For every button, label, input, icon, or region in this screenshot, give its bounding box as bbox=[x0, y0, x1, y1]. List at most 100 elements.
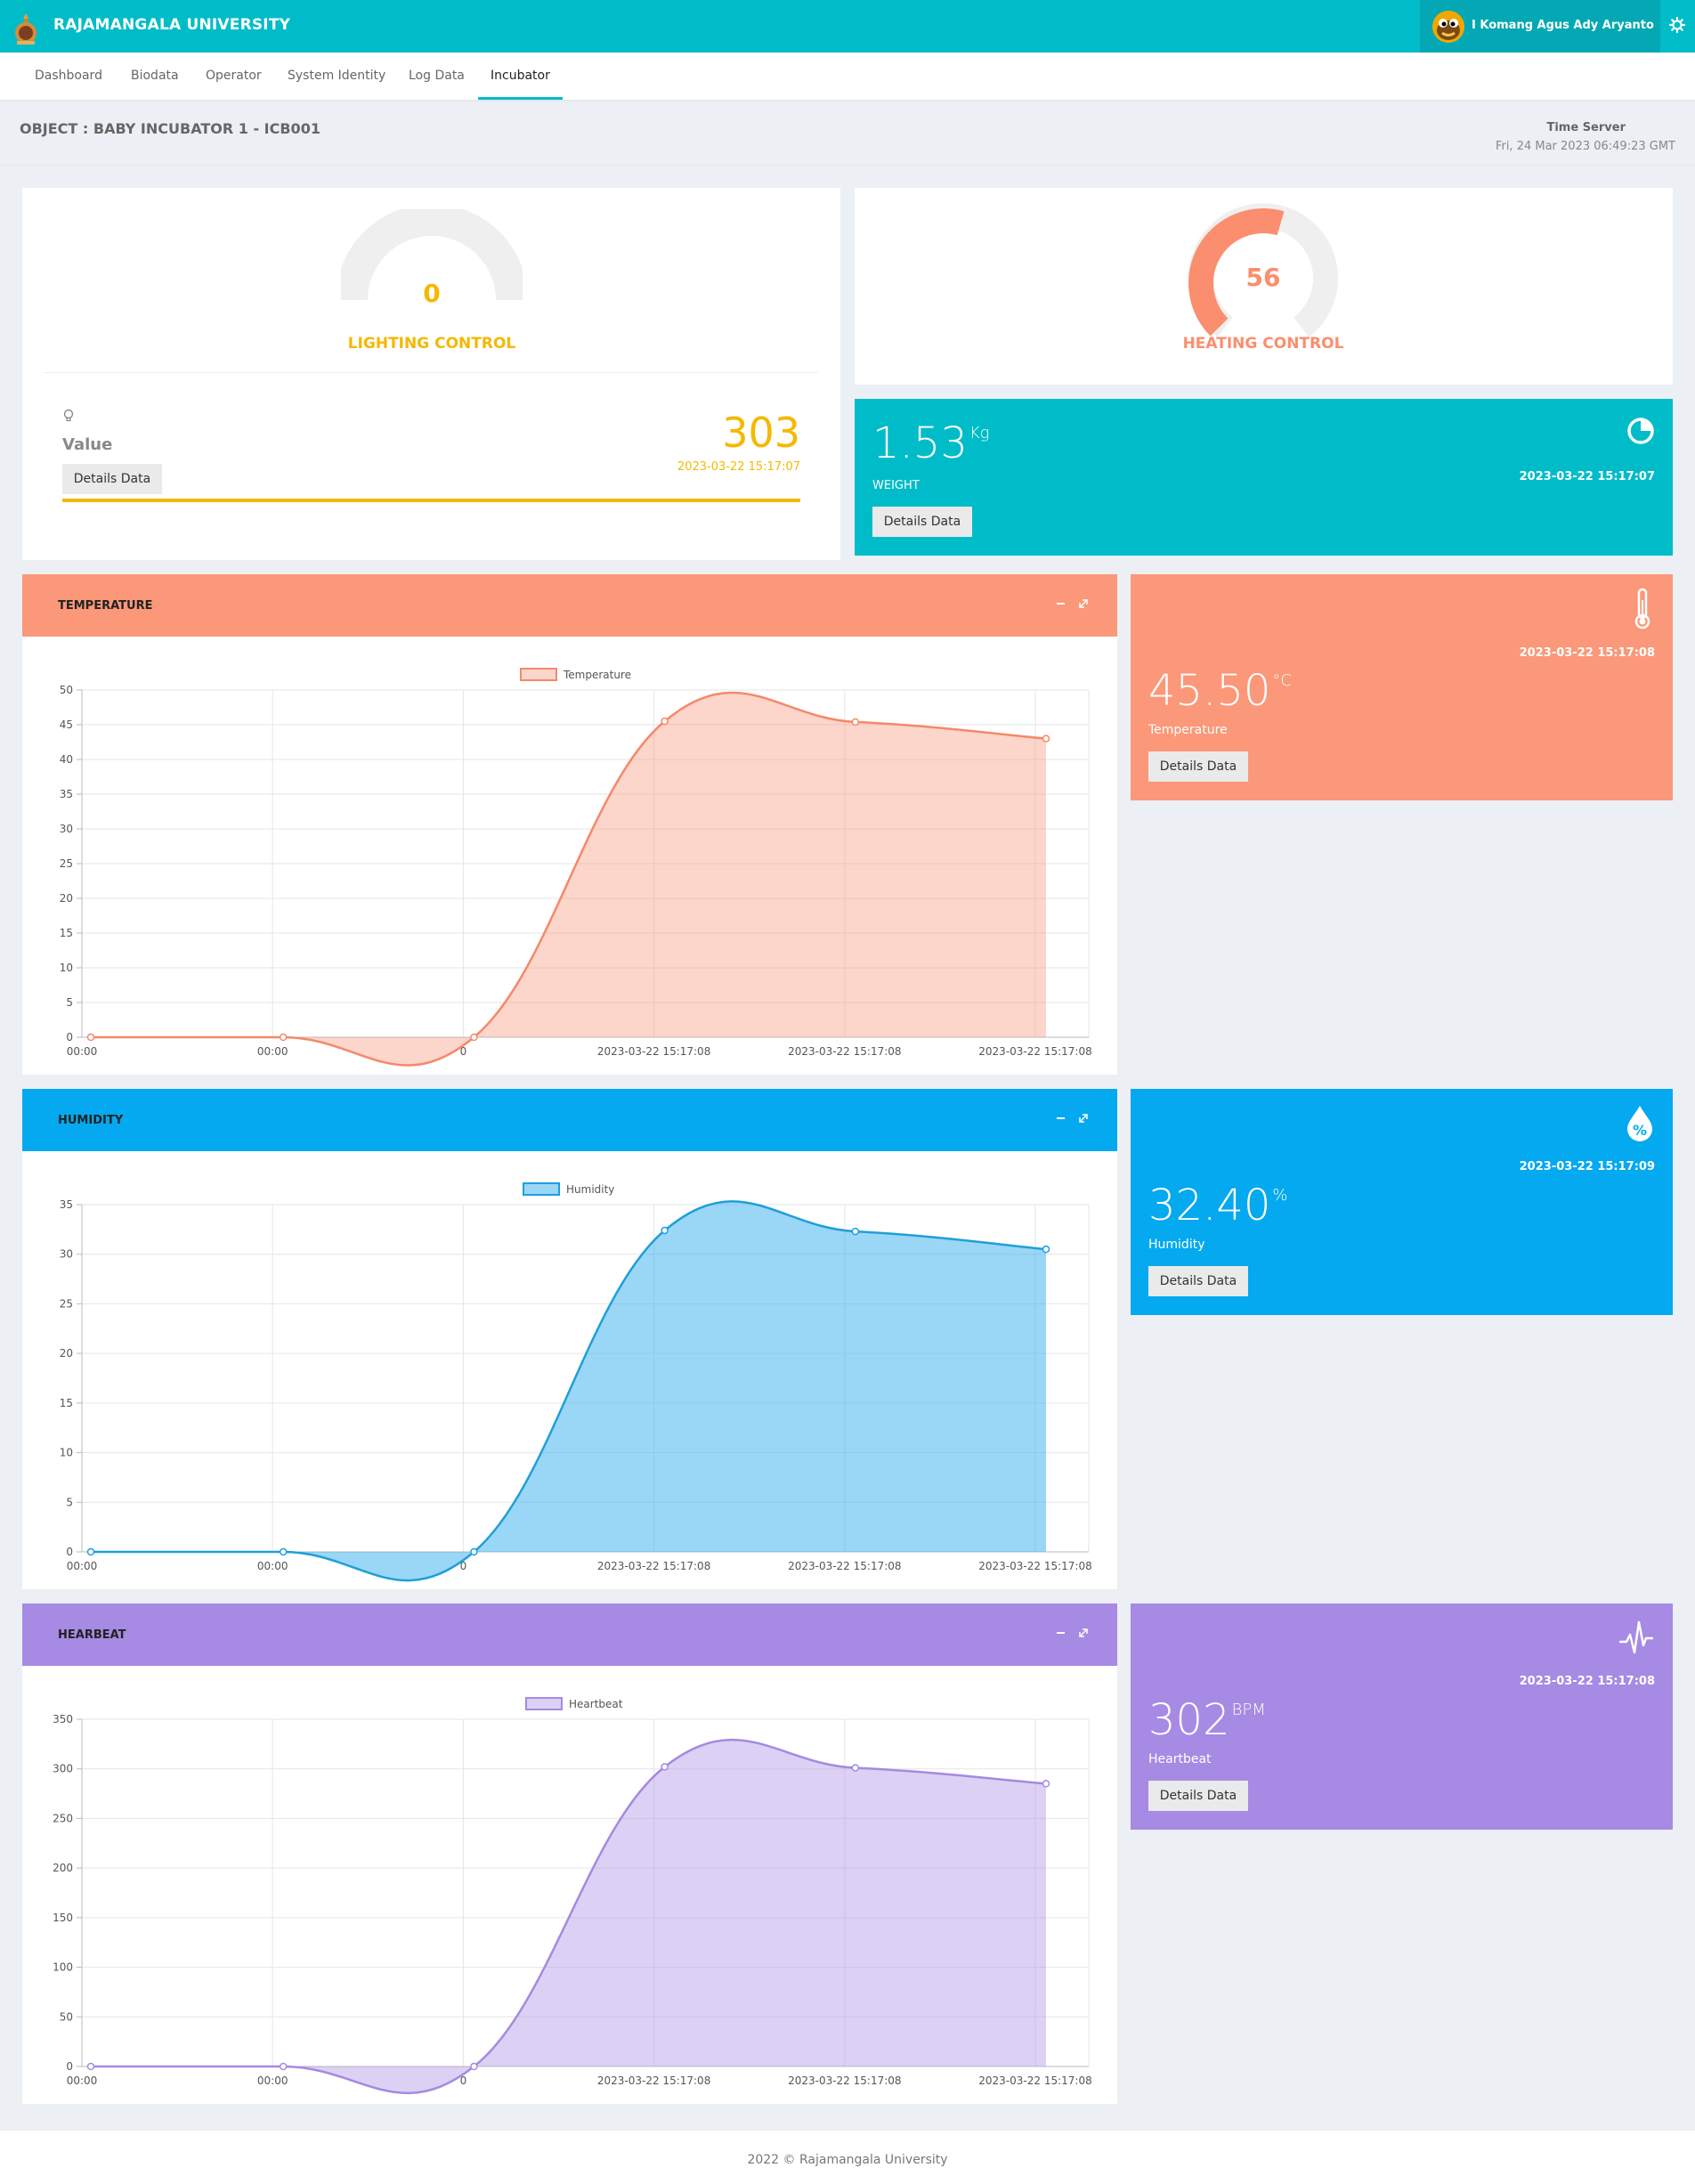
x-tick-label: 2023-03-22 15:17:08 bbox=[788, 1045, 901, 1058]
time-server-label: Time Server bbox=[1546, 121, 1626, 134]
tab-log-data[interactable]: Log Data bbox=[409, 53, 465, 100]
data-point bbox=[470, 1033, 478, 1042]
temperature-value: 45.50 °C bbox=[1148, 666, 1292, 716]
time-server-value: Fri, 24 Mar 2023 06:49:23 GMT bbox=[1495, 140, 1675, 153]
y-tick-label: 200 bbox=[53, 1862, 73, 1874]
weight-date: 2023-03-22 15:17:07 bbox=[1519, 470, 1655, 483]
gear-icon[interactable] bbox=[1668, 16, 1686, 34]
data-point bbox=[1042, 1780, 1050, 1788]
data-point bbox=[661, 717, 669, 726]
data-point bbox=[470, 1547, 478, 1556]
weight-unit: Kg bbox=[969, 424, 990, 442]
humidity-value: 32.40% bbox=[1148, 1181, 1288, 1230]
temperature-details-button[interactable]: Details Data bbox=[1148, 751, 1248, 782]
y-tick-label: 0 bbox=[66, 1546, 73, 1558]
tab-dashboard[interactable]: Dashboard bbox=[35, 53, 102, 100]
value-title: Value bbox=[62, 435, 113, 454]
heartbeat-details-button[interactable]: Details Data bbox=[1148, 1781, 1248, 1811]
humidity-unit: % bbox=[1272, 1186, 1288, 1205]
lighting-details-button[interactable]: Details Data bbox=[62, 464, 162, 494]
humidity-widget: % 2023-03-22 15:17:09 32.40% Humidity De… bbox=[1131, 1089, 1673, 1315]
y-tick-label: 40 bbox=[60, 753, 73, 766]
heartbeat-date: 2023-03-22 15:17:08 bbox=[1519, 1675, 1655, 1688]
x-tick-label: 00:00 bbox=[67, 1045, 98, 1058]
y-tick-label: 10 bbox=[60, 1447, 73, 1459]
x-tick-label: 2023-03-22 15:17:08 bbox=[597, 1045, 710, 1058]
temperature-chart: 0510152025303540455000:00 00:00 0 2023-03-2… bbox=[60, 668, 1092, 1067]
x-tick-label: 00:00 bbox=[257, 2074, 288, 2087]
legend-label: Heartbeat bbox=[569, 1698, 623, 1710]
heartbeat-unit: BPM bbox=[1231, 1701, 1266, 1719]
expand-icon[interactable] bbox=[1079, 1114, 1088, 1123]
x-tick-label: 00:00 bbox=[257, 1560, 288, 1572]
expand-icon[interactable] bbox=[1079, 599, 1088, 608]
x-tick-label: 2023-03-22 15:17:08 bbox=[788, 1560, 901, 1572]
divider bbox=[0, 165, 1695, 166]
data-point bbox=[86, 2062, 95, 2071]
user-name: I Komang Agus Ady Aryanto bbox=[1472, 19, 1654, 32]
y-tick-label: 150 bbox=[53, 1912, 73, 1924]
y-tick-label: 10 bbox=[60, 962, 73, 974]
x-tick-label: 2023-03-22 15:17:08 bbox=[978, 1045, 1091, 1058]
heartbeat-label: Heartbeat bbox=[1148, 1752, 1212, 1766]
y-tick-label: 15 bbox=[60, 1397, 73, 1409]
y-tick-label: 45 bbox=[60, 719, 73, 731]
y-tick-label: 25 bbox=[60, 1297, 73, 1310]
heartbeat-panel-title: HEARBEAT bbox=[58, 1628, 126, 1642]
data-point bbox=[86, 1547, 95, 1556]
temperature-unit: °C bbox=[1272, 671, 1292, 690]
heating-control-label: HEATING CONTROL bbox=[1182, 335, 1344, 353]
expand-icon[interactable] bbox=[1079, 1628, 1088, 1637]
footer-text: 2022 © Rajamangala University bbox=[747, 2153, 948, 2167]
data-point bbox=[279, 1547, 288, 1556]
tab-operator[interactable]: Operator bbox=[206, 53, 262, 100]
humidity-details-button[interactable]: Details Data bbox=[1148, 1266, 1248, 1296]
university-logo[interactable] bbox=[12, 12, 39, 45]
tab-system-identity[interactable]: System Identity bbox=[288, 53, 385, 100]
heartbeat-panel: HEARBEAT 0 50 100 150 200 250 300 350 00:00 00:00… bbox=[22, 1603, 1117, 2104]
divider bbox=[45, 372, 818, 373]
humidity-drop-icon: % bbox=[1627, 1106, 1652, 1141]
x-tick-label: 2023-03-22 15:17:08 bbox=[978, 2074, 1091, 2087]
y-tick-label: 20 bbox=[60, 1347, 73, 1360]
heartbeat-chart: 05010015020025030035000:00 00:00 0 2023-03-… bbox=[53, 1697, 1092, 2095]
lighting-control-label: LIGHTING CONTROL bbox=[347, 335, 516, 353]
panel-tools bbox=[1057, 1114, 1088, 1123]
heartbeat-widget: 2023-03-22 15:17:08 302 BPM Heartbeat Det… bbox=[1131, 1603, 1673, 1830]
tab-incubator[interactable]: Incubator bbox=[478, 53, 563, 100]
data-point bbox=[1042, 1245, 1050, 1254]
y-tick-label: 50 bbox=[60, 2010, 73, 2023]
lightbulb-icon bbox=[63, 409, 74, 422]
y-tick-label: 5 bbox=[66, 1496, 73, 1508]
nav-bar: Dashboard Biodata Operator System Identi… bbox=[0, 53, 1695, 100]
y-tick-label: 20 bbox=[60, 892, 73, 905]
tab-biodata[interactable]: Biodata bbox=[131, 53, 179, 100]
lighting-value: 303 bbox=[722, 409, 800, 457]
y-tick-label: 35 bbox=[60, 788, 73, 800]
temperature-widget: 2023-03-22 15:17:08 45.50 °C Temperature … bbox=[1131, 574, 1673, 800]
data-point bbox=[851, 1227, 860, 1236]
humidity-panel-title: HUMIDITY bbox=[58, 1114, 124, 1127]
temperature-panel-header: TEMPERATURE bbox=[22, 574, 1117, 637]
pulse-icon bbox=[1619, 1620, 1653, 1654]
humidity-panel-header: HUMIDITY bbox=[22, 1089, 1117, 1151]
lighting-gauge-value: 0 bbox=[423, 279, 441, 308]
data-point bbox=[86, 1033, 95, 1042]
y-tick-label: 50 bbox=[60, 684, 73, 696]
y-tick-label: 250 bbox=[53, 1812, 73, 1824]
user-menu[interactable]: I Komang Agus Ady Aryanto bbox=[1420, 0, 1660, 53]
heating-gauge-value: 56 bbox=[1245, 263, 1281, 292]
legend-swatch bbox=[523, 1182, 560, 1196]
y-tick-label: 0 bbox=[66, 2060, 73, 2073]
x-tick-label: 2023-03-22 15:17:08 bbox=[597, 2074, 710, 2087]
lighting-progress-bar bbox=[62, 499, 800, 502]
moon-icon bbox=[1627, 418, 1654, 444]
x-tick-label: 2023-03-22 15:17:08 bbox=[597, 1560, 710, 1572]
panel-tools bbox=[1057, 1628, 1088, 1637]
humidity-panel: HUMIDITY 0 5 10 15 20 25 30 35 00:00 00:00 0 2023-0… bbox=[22, 1089, 1117, 1589]
brand-title[interactable]: RAJAMANGALA UNIVERSITY bbox=[53, 16, 290, 34]
lighting-date: 2023-03-22 15:17:07 bbox=[677, 460, 800, 474]
weight-details-button[interactable]: Details Data bbox=[872, 507, 972, 537]
y-tick-label: 35 bbox=[60, 1198, 73, 1211]
x-tick-label: 00:00 bbox=[67, 2074, 98, 2087]
